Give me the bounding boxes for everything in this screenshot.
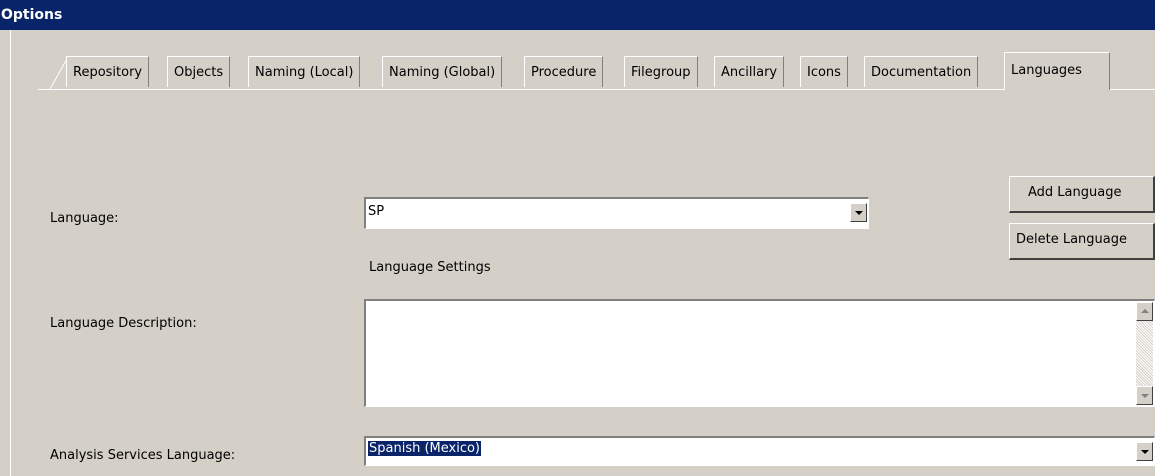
tab-procedure[interactable]: Procedure bbox=[524, 56, 604, 87]
language-label: Language: bbox=[50, 211, 119, 226]
window-frame-edge bbox=[10, 30, 11, 476]
tab-ancillary[interactable]: Ancillary bbox=[714, 56, 785, 87]
tab-filegroup[interactable]: Filegroup bbox=[624, 56, 698, 87]
languages-panel bbox=[38, 89, 1155, 476]
tab-label: Languages bbox=[1011, 63, 1082, 78]
tab-documentation[interactable]: Documentation bbox=[864, 56, 979, 87]
scroll-down-button[interactable] bbox=[1136, 386, 1153, 405]
tab-label: Ancillary bbox=[721, 65, 778, 80]
chevron-down-icon bbox=[855, 211, 863, 215]
tab-languages[interactable]: Languages bbox=[1004, 52, 1110, 90]
tab-naming-local[interactable]: Naming (Local) bbox=[248, 56, 361, 87]
analysis-services-language-label: Analysis Services Language: bbox=[50, 448, 236, 463]
language-value: SP bbox=[368, 204, 385, 219]
tab-label: Naming (Local) bbox=[255, 65, 354, 80]
language-combobox[interactable]: SP bbox=[364, 197, 869, 229]
tab-label: Repository bbox=[73, 65, 143, 80]
window-title-bar: Options bbox=[0, 0, 1155, 30]
language-dropdown-button[interactable] bbox=[850, 203, 867, 222]
analysis-services-language-combobox[interactable]: Spanish (Mexico) bbox=[364, 436, 1155, 466]
tab-icons[interactable]: Icons bbox=[800, 56, 848, 87]
tab-label: Icons bbox=[807, 65, 841, 80]
window-title: Options bbox=[1, 7, 63, 23]
add-language-label: Add Language bbox=[1028, 185, 1122, 200]
analysis-services-language-value: Spanish (Mexico) bbox=[368, 441, 482, 456]
delete-language-button[interactable]: Delete Language bbox=[1009, 223, 1155, 260]
language-settings-heading: Language Settings bbox=[369, 260, 491, 275]
language-description-label: Language Description: bbox=[50, 316, 197, 331]
tab-label: Procedure bbox=[531, 65, 597, 80]
delete-language-label: Delete Language bbox=[1016, 232, 1128, 247]
add-language-button[interactable]: Add Language bbox=[1009, 176, 1155, 213]
tab-strip: Repository Objects Naming (Local) Naming… bbox=[38, 52, 1155, 90]
tab-label: Documentation bbox=[871, 65, 972, 80]
tab-naming-global[interactable]: Naming (Global) bbox=[382, 56, 503, 87]
language-description-textarea[interactable] bbox=[364, 299, 1155, 407]
chevron-down-icon bbox=[1141, 394, 1149, 398]
scroll-up-button[interactable] bbox=[1136, 302, 1153, 321]
chevron-down-icon bbox=[1141, 450, 1149, 454]
tab-label: Objects bbox=[174, 65, 224, 80]
description-scrollbar[interactable] bbox=[1136, 302, 1153, 405]
chevron-up-icon bbox=[1141, 309, 1149, 313]
tab-label: Naming (Global) bbox=[389, 65, 496, 80]
analysis-dropdown-button[interactable] bbox=[1136, 442, 1153, 461]
tab-objects[interactable]: Objects bbox=[167, 56, 231, 87]
tab-label: Filegroup bbox=[631, 65, 691, 80]
tab-repository[interactable]: Repository bbox=[66, 56, 150, 87]
